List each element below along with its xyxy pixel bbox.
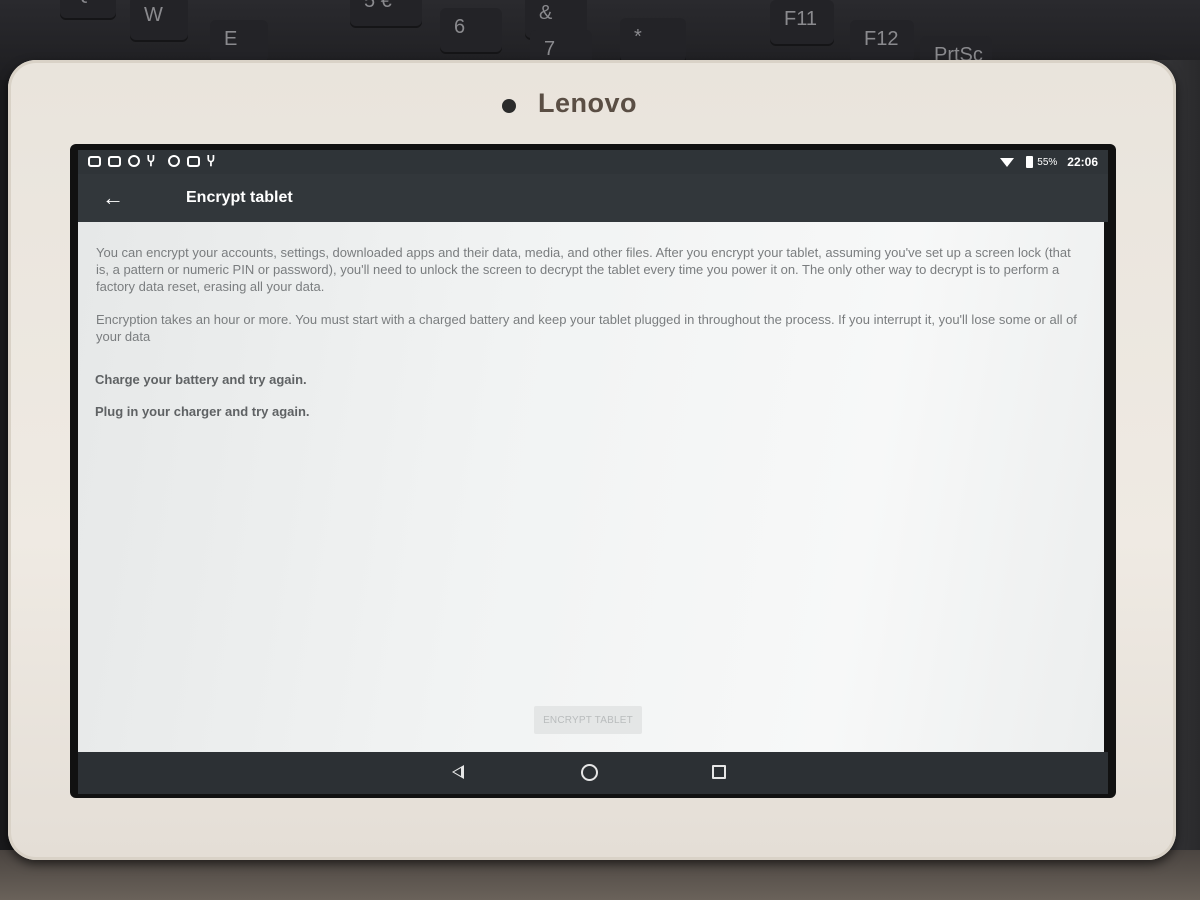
- keyboard-key: F11: [770, 0, 834, 46]
- nav-back-icon[interactable]: [452, 765, 464, 779]
- keyboard-key: Q: [60, 0, 116, 20]
- screenshot-icon: [187, 156, 200, 167]
- encrypt-tablet-button[interactable]: ENCRYPT TABLET: [534, 706, 642, 734]
- navigation-bar: [78, 752, 1108, 794]
- alarm-icon: [168, 155, 180, 167]
- cat-icon: [128, 155, 140, 167]
- brand-logo: Lenovo: [538, 88, 638, 118]
- settings-content: You can encrypt your accounts, settings,…: [78, 222, 1104, 752]
- status-bar: Ⴤ Ⴤ 55% 22:06: [78, 150, 1108, 174]
- battery-icon: [1026, 156, 1034, 168]
- youtube-icon: [88, 156, 101, 167]
- clock: 22:06: [1067, 155, 1098, 169]
- mail-icon: [108, 156, 121, 167]
- nav-recents-icon[interactable]: [712, 765, 726, 779]
- nav-home-icon[interactable]: [581, 764, 598, 781]
- camera-icon: [502, 99, 516, 113]
- charger-requirement: Plug in your charger and try again.: [95, 404, 310, 419]
- description-paragraph: You can encrypt your accounts, settings,…: [96, 245, 1071, 294]
- usb-debug-icon: Ⴤ: [147, 154, 155, 169]
- battery-requirement: Charge your battery and try again.: [95, 372, 307, 387]
- keyboard-key: 5 €: [350, 0, 422, 28]
- notification-icons: Ⴤ Ⴤ: [88, 155, 221, 168]
- warning-paragraph: Encryption takes an hour or more. You mu…: [96, 312, 1077, 344]
- battery-percent: 55%: [1037, 156, 1058, 168]
- status-right: 55% 22:06: [1000, 155, 1098, 169]
- usb-icon: Ⴤ: [207, 154, 215, 169]
- wifi-icon: [1000, 157, 1015, 167]
- app-toolbar: ← Encrypt tablet: [78, 174, 1108, 222]
- back-arrow-icon[interactable]: ←: [98, 184, 128, 212]
- tablet-screen: Ⴤ Ⴤ 55% 22:06 ← Encrypt tablet You can e…: [70, 144, 1116, 798]
- keyboard-key: W: [130, 0, 188, 42]
- page-title: Encrypt tablet: [186, 189, 293, 206]
- keyboard-key: 6: [440, 8, 502, 54]
- keyboard-key: *: [620, 18, 686, 64]
